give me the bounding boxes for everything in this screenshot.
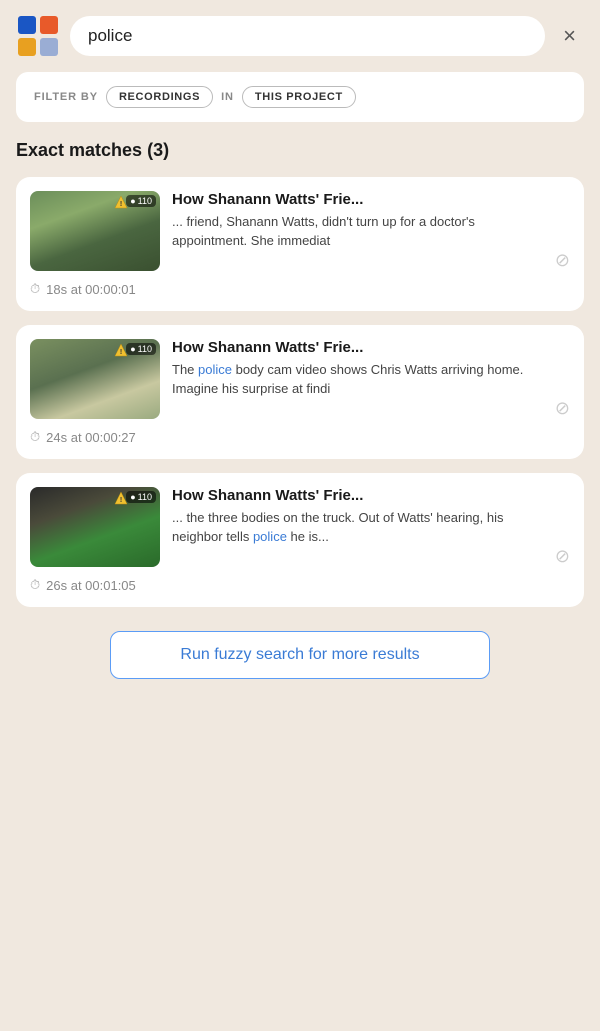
close-button[interactable]: × [555,21,584,51]
fuzzy-search-section: Run fuzzy search for more results [16,621,584,699]
section-title: Exact matches (3) [16,140,584,161]
card-content: How Shanann Watts' Frie... ... friend, S… [172,191,543,251]
clock-icon: ⏱ [30,577,40,593]
video-thumbnail: ●110 ! [30,487,160,567]
card-snippet: ... the three bodies on the truck. Out o… [172,509,543,547]
clock-icon: ⏱ [30,281,40,297]
thumb-timestamp: ●110 [126,195,156,207]
filter-prefix-label: FILTER BY [34,91,98,103]
video-thumbnail: ●110 ! [30,339,160,419]
check-icon: ⊘ [555,546,570,567]
clock-icon: ⏱ [30,429,40,445]
warning-icon: ! [114,195,128,209]
svg-text:!: ! [120,497,122,504]
card-snippet: ... friend, Shanann Watts, didn't turn u… [172,213,543,251]
svg-text:!: ! [120,201,122,208]
video-thumbnail: ●110 ! [30,191,160,271]
fuzzy-search-button[interactable]: Run fuzzy search for more results [110,631,490,679]
filter-project-button[interactable]: THIS PROJECT [242,86,356,108]
filter-in-label: IN [221,91,234,103]
filter-bar: FILTER BY RECORDINGS IN THIS PROJECT [16,72,584,122]
check-icon: ⊘ [555,250,570,271]
warning-icon: ! [114,491,128,505]
thumb-timestamp: ●110 [126,343,156,355]
card-duration: 18s at 00:00:01 [46,282,136,297]
card-duration: 24s at 00:00:27 [46,430,136,445]
card-content: How Shanann Watts' Frie... The police bo… [172,339,543,399]
result-card[interactable]: ●110 ! How Shanann Watts' Frie... ... fr… [16,177,584,311]
result-card[interactable]: ●110 ! How Shanann Watts' Frie... ... th… [16,473,584,607]
header: × [0,0,600,72]
search-input[interactable] [70,16,545,56]
thumb-timestamp: ●110 [126,491,156,503]
card-title: How Shanann Watts' Frie... [172,191,543,208]
main-content: Exact matches (3) ●110 ! How Shanann Wat… [0,122,600,719]
warning-icon: ! [114,343,128,357]
check-icon: ⊘ [555,398,570,419]
card-snippet: The police body cam video shows Chris Wa… [172,361,543,399]
card-duration: 26s at 00:01:05 [46,578,136,593]
card-title: How Shanann Watts' Frie... [172,339,543,356]
card-content: How Shanann Watts' Frie... ... the three… [172,487,543,547]
result-card[interactable]: ●110 ! How Shanann Watts' Frie... The po… [16,325,584,459]
filter-recordings-button[interactable]: RECORDINGS [106,86,213,108]
card-title: How Shanann Watts' Frie... [172,487,543,504]
svg-text:!: ! [120,349,122,356]
app-logo [16,14,60,58]
